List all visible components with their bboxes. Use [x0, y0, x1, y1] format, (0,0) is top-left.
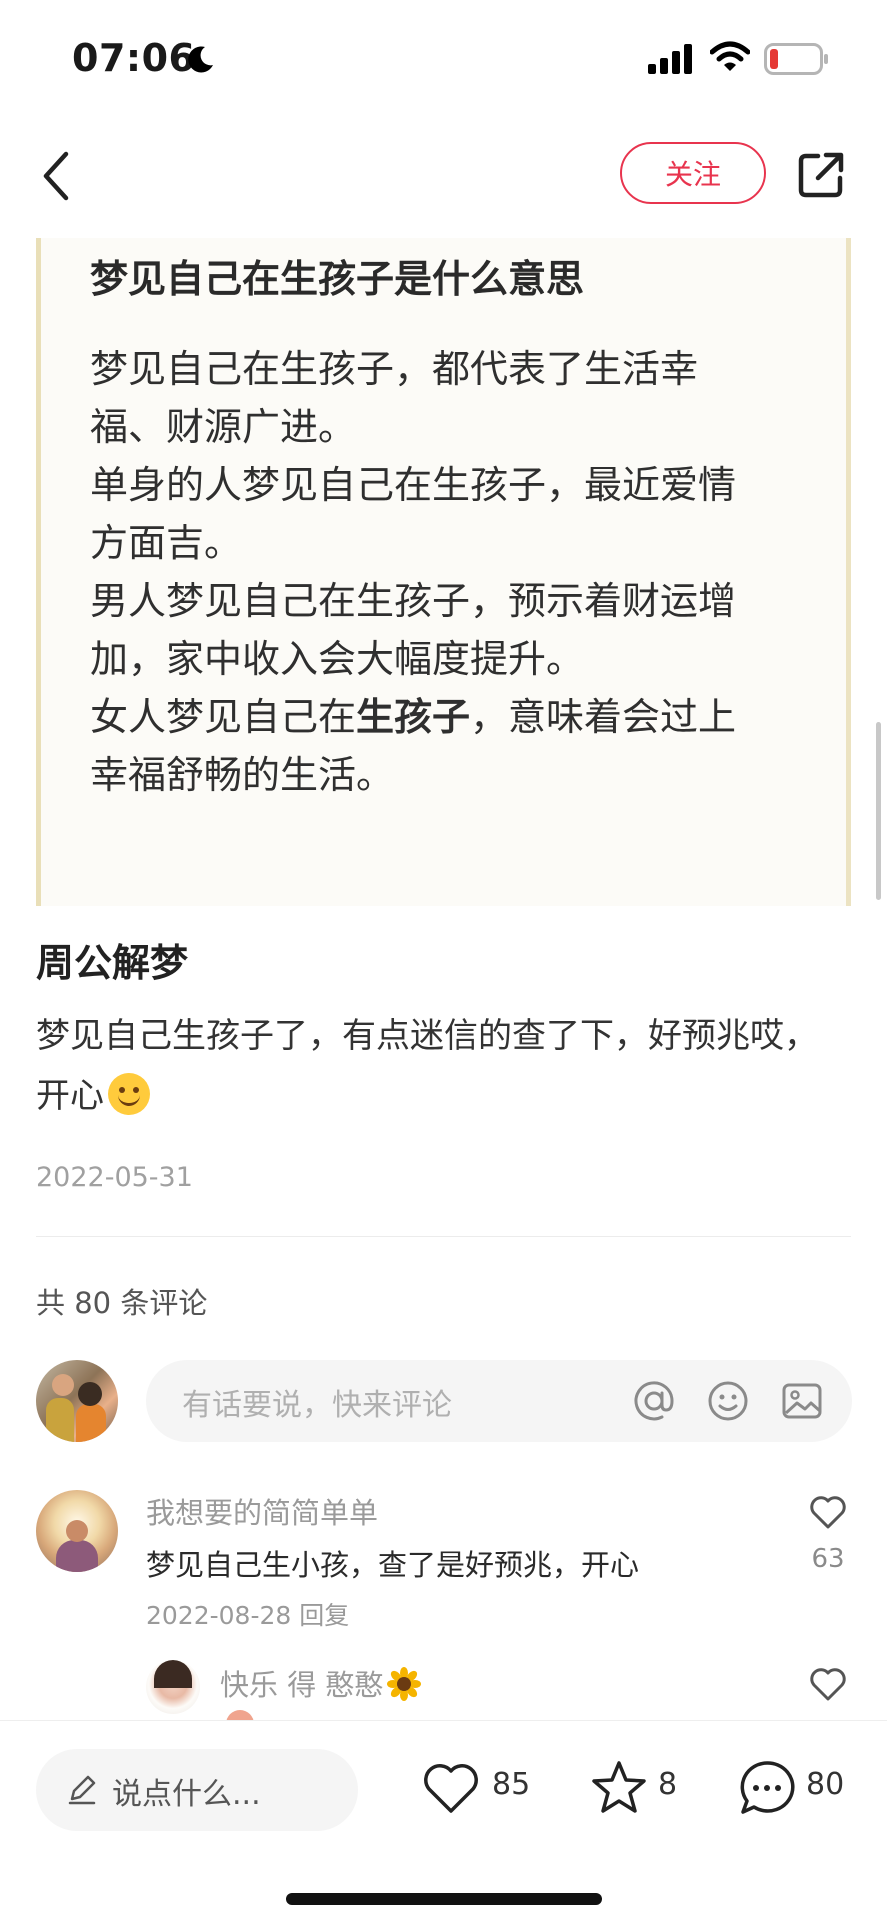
image-text-line: 加，家中收入会大幅度提升。: [90, 637, 585, 681]
follow-button[interactable]: 关注: [620, 142, 766, 204]
post-image[interactable]: 梦见自己在生孩子是什么意思 梦见自己在生孩子，都代表了生活幸 福、财源广进。 单…: [36, 238, 851, 906]
commenter-avatar[interactable]: [146, 1660, 200, 1714]
comment-count-bottom: 80: [806, 1767, 845, 1802]
comment-count: 共 80 条评论: [36, 1286, 208, 1320]
collect-count: 8: [658, 1767, 678, 1802]
comment-like-heart-icon[interactable]: [808, 1492, 848, 1532]
image-text-line: 方面吉。: [90, 521, 243, 565]
nav-bar: 关注: [0, 120, 887, 230]
comment-date: 2022-08-28: [146, 1601, 292, 1630]
star-icon[interactable]: [588, 1757, 650, 1819]
comment-like-heart-icon[interactable]: [808, 1664, 848, 1704]
cellular-signal-icon: [648, 44, 692, 74]
comment-input[interactable]: 有话要说，快来评论: [146, 1360, 852, 1442]
image-text-line: 单身的人梦见自己在生孩子，最近爱情: [90, 463, 737, 507]
heart-icon[interactable]: [420, 1757, 482, 1819]
image-text-segment: 女人梦见自己在: [90, 695, 357, 739]
post-body: 梦见自己生孩子了，有点迷信的查了下，好预兆哎，开心: [36, 1006, 851, 1126]
share-icon[interactable]: [796, 150, 846, 200]
wifi-icon: [710, 41, 750, 71]
comment-like-count: 63: [811, 1544, 845, 1574]
smiling-face-emoji: [108, 1073, 150, 1115]
image-text-bold: 生孩子: [356, 695, 471, 739]
at-icon[interactable]: [632, 1379, 676, 1423]
home-indicator[interactable]: [286, 1893, 602, 1905]
reply-button[interactable]: 回复: [299, 1601, 349, 1630]
comment-username-text: 快乐 得 憨憨: [220, 1668, 384, 1702]
image-border-left: [36, 238, 41, 906]
commenter-avatar[interactable]: [36, 1490, 118, 1572]
battery-low-icon: [764, 43, 828, 75]
post-title: 周公解梦: [36, 941, 189, 985]
image-icon[interactable]: [780, 1379, 824, 1423]
emoji-icon[interactable]: [706, 1379, 750, 1423]
pencil-icon: [68, 1775, 96, 1805]
comment-meta: 2022-08-28 回复: [146, 1596, 349, 1632]
image-title: 梦见自己在生孩子是什么意思: [90, 257, 585, 301]
my-avatar[interactable]: [36, 1360, 118, 1442]
post-body-text: 梦见自己生孩子了，有点迷信的查了下，好预兆哎，开心: [36, 1016, 818, 1116]
divider: [36, 1236, 851, 1237]
moon-icon: [188, 46, 213, 73]
image-text-line: 梦见自己在生孩子，都代表了生活幸: [90, 347, 699, 391]
post-date: 2022-05-31: [36, 1162, 193, 1193]
scrollbar-thumb[interactable]: [876, 722, 881, 900]
comment-bubble-icon[interactable]: [736, 1757, 798, 1819]
image-text-line: 幸福舒畅的生活。: [90, 753, 395, 797]
sunflower-emoji: [387, 1667, 422, 1701]
comment-input-placeholder: 有话要说，快来评论: [182, 1388, 452, 1423]
back-arrow-icon[interactable]: [36, 148, 76, 204]
image-text-line: 男人梦见自己在生孩子，预示着财运增: [90, 579, 737, 623]
image-text-line: 福、财源广进。: [90, 405, 357, 449]
say-something-input[interactable]: 说点什么...: [36, 1749, 358, 1831]
like-count: 85: [492, 1767, 531, 1802]
image-text-line: 女人梦见自己在生孩子，意味着会过上: [90, 686, 736, 741]
comment-text[interactable]: 梦见自己生小孩，查了是好预兆，开心: [146, 1542, 639, 1584]
comment-username[interactable]: 快乐 得 憨憨: [220, 1662, 422, 1704]
image-border-right: [846, 238, 851, 906]
image-text-segment: ，意味着会过上: [470, 695, 737, 739]
status-bar: 07:06: [0, 0, 887, 120]
status-time: 07:06: [72, 36, 196, 80]
bottom-action-bar: 说点什么... 85 8 80: [0, 1720, 887, 1920]
comment-username[interactable]: 我想要的简简单单: [146, 1490, 378, 1532]
say-something-placeholder: 说点什么...: [112, 1777, 261, 1812]
